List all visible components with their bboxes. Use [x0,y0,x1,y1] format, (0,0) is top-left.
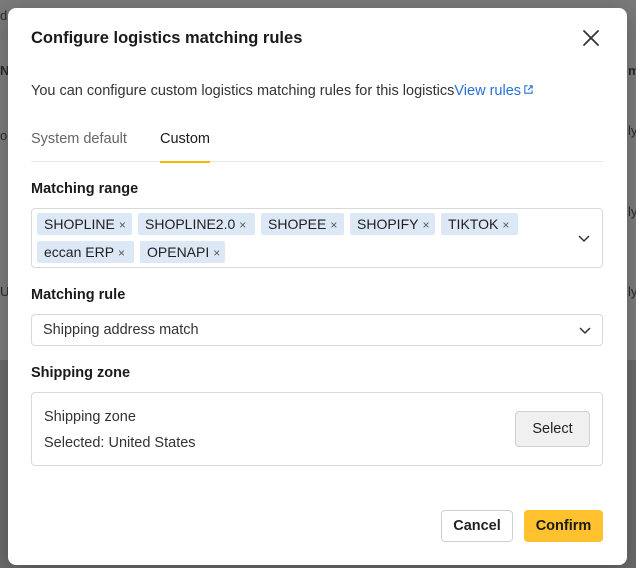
tab-system-default[interactable]: System default [31,131,127,162]
tag-label: SHOPIFY [357,216,419,232]
logistics-rules-dialog: Configure logistics matching rules You c… [8,8,627,565]
tag-remove-icon[interactable]: × [119,218,126,232]
tag-shopline2: SHOPLINE2.0 × [138,213,255,235]
tag-tiktok: TIKTOK × [441,213,518,235]
description-text: You can configure custom logistics match… [31,83,455,99]
tag-shopee: SHOPEE × [261,213,344,235]
matching-rule-value: Shipping address match [43,322,199,338]
select-zone-button[interactable]: Select [515,411,590,447]
external-link-icon [524,85,533,94]
shipping-zone-title: Shipping zone [44,409,136,425]
matching-rule-label: Matching rule [31,287,126,303]
background-text: d [0,8,8,23]
cancel-button[interactable]: Cancel [441,510,513,542]
view-rules-link[interactable]: View rules [454,83,534,99]
shipping-zone-label: Shipping zone [31,365,131,381]
tag-remove-icon[interactable]: × [502,218,509,232]
close-icon[interactable] [580,27,602,49]
chevron-down-icon [578,235,590,243]
background-text: o [0,128,8,143]
tag-label: TIKTOK [448,216,499,232]
tag-label: SHOPLINE [44,216,115,232]
dialog-title: Configure logistics matching rules [31,29,303,47]
matching-range-label: Matching range [31,181,139,197]
tag-remove-icon[interactable]: × [118,246,125,260]
matching-rule-select[interactable]: Shipping address match [31,314,603,346]
tag-eccan-erp: eccan ERP × [37,241,134,263]
tab-custom[interactable]: Custom [160,131,210,163]
view-rules-label: View rules [454,83,522,99]
tag-label: OPENAPI [147,244,210,260]
shipping-zone-selected: Selected: United States [44,435,196,451]
background-text: ly [628,123,636,138]
shipping-zone-panel: Shipping zone Selected: United States Se… [31,392,603,466]
background-text: ly [628,284,636,299]
dialog-description: You can configure custom logistics match… [31,83,534,99]
rule-tabs: System default Custom [31,130,603,163]
chevron-down-icon [579,327,591,335]
background-text: m [628,63,636,78]
tag-remove-icon[interactable]: × [239,218,246,232]
background-text: ly [628,204,636,219]
tag-openapi: OPENAPI × [140,241,225,263]
matching-range-select[interactable]: SHOPLINE × SHOPLINE2.0 × SHOPEE × SHOPIFY × … [31,208,603,268]
confirm-button[interactable]: Confirm [524,510,603,542]
tag-remove-icon[interactable]: × [330,218,337,232]
tag-label: eccan ERP [44,244,115,260]
tag-label: SHOPLINE2.0 [145,216,236,232]
tag-remove-icon[interactable]: × [422,218,429,232]
tag-remove-icon[interactable]: × [213,246,220,260]
tag-shopify: SHOPIFY × [350,213,435,235]
tag-shopline: SHOPLINE × [37,213,132,235]
tag-label: SHOPEE [268,216,327,232]
